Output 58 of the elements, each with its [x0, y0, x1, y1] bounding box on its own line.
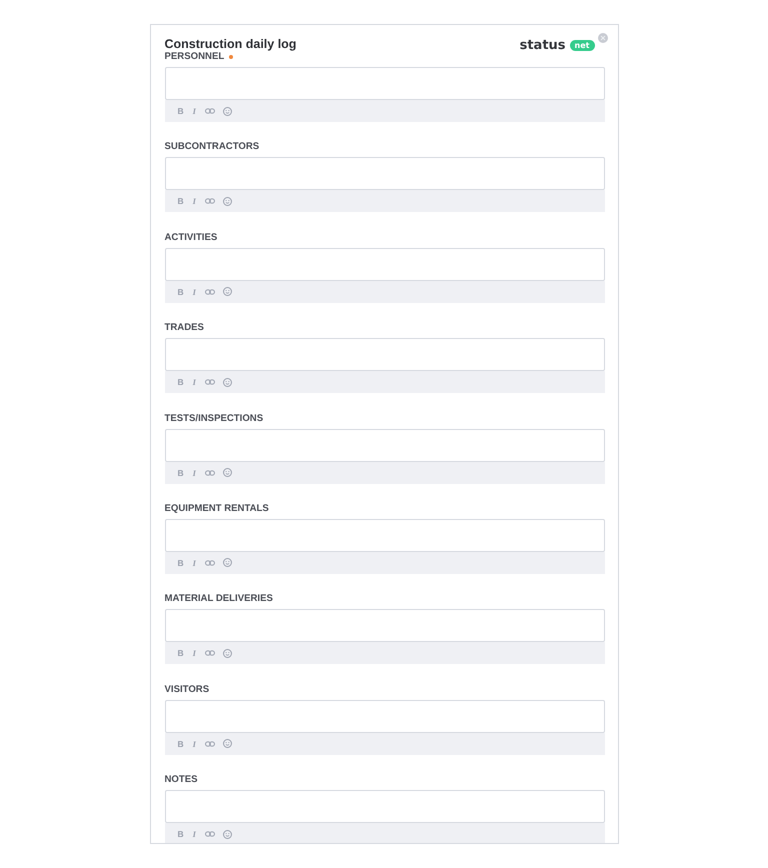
field-label: ACTIVITIES: [164, 232, 218, 244]
emoji-icon[interactable]: [222, 558, 232, 568]
link-icon[interactable]: [204, 740, 215, 747]
field-label: EQUIPMENT RENTALS: [164, 502, 269, 515]
text-field[interactable]: [164, 67, 604, 100]
emoji-icon[interactable]: [222, 739, 232, 748]
field-label: TRADES: [164, 322, 204, 334]
italic-button[interactable]: I: [192, 196, 197, 206]
bold-button[interactable]: B: [178, 829, 184, 840]
link-icon[interactable]: [204, 288, 215, 295]
link-icon[interactable]: [204, 470, 215, 476]
field-label: TESTS/INSPECTIONS: [164, 412, 264, 425]
text-field[interactable]: [164, 157, 604, 190]
logo-badge: net: [570, 40, 594, 51]
field-label: NOTES: [164, 774, 198, 786]
text-field[interactable]: [164, 518, 604, 552]
text-field[interactable]: [164, 338, 604, 372]
text-field[interactable]: [164, 248, 604, 281]
link-icon[interactable]: [204, 108, 215, 114]
emoji-icon[interactable]: [222, 468, 232, 478]
field-label: VISITORS: [164, 684, 210, 696]
link-icon[interactable]: [204, 650, 215, 656]
field-label: SUBCONTRACTORS: [164, 141, 260, 154]
italic-button[interactable]: I: [192, 738, 197, 749]
italic-button[interactable]: I: [192, 829, 197, 840]
emoji-icon[interactable]: [222, 106, 232, 116]
emoji-icon[interactable]: [222, 648, 232, 658]
link-icon[interactable]: [204, 379, 215, 386]
bold-button[interactable]: B: [178, 468, 184, 478]
link-icon[interactable]: [204, 831, 215, 838]
italic-button[interactable]: I: [192, 377, 197, 388]
text-field[interactable]: [164, 700, 604, 733]
bold-button[interactable]: B: [178, 648, 184, 658]
bold-button[interactable]: B: [178, 286, 184, 297]
italic-button[interactable]: I: [192, 648, 197, 658]
emoji-icon[interactable]: [222, 196, 232, 206]
form-title: Construction daily log: [164, 37, 296, 51]
close-icon[interactable]: [598, 33, 608, 43]
bold-button[interactable]: B: [178, 377, 184, 388]
italic-button[interactable]: I: [192, 106, 197, 116]
italic-button[interactable]: I: [192, 286, 197, 297]
logo-wordmark: status: [520, 38, 566, 53]
emoji-icon[interactable]: [222, 378, 232, 387]
bold-button[interactable]: B: [178, 738, 184, 749]
bold-button[interactable]: B: [178, 558, 184, 568]
link-icon[interactable]: [204, 560, 215, 566]
bold-button[interactable]: B: [178, 106, 184, 116]
link-icon[interactable]: [204, 198, 215, 204]
italic-button[interactable]: I: [192, 468, 197, 478]
emoji-icon[interactable]: [222, 830, 232, 839]
bold-button[interactable]: B: [178, 196, 184, 206]
field-label: PERSONNEL: [164, 51, 224, 63]
italic-button[interactable]: I: [192, 558, 197, 568]
emoji-icon[interactable]: [222, 287, 232, 296]
text-field[interactable]: [164, 609, 604, 642]
field-label: MATERIAL DELIVERIES: [164, 593, 273, 606]
text-field[interactable]: [164, 790, 604, 824]
text-field[interactable]: [164, 428, 604, 462]
